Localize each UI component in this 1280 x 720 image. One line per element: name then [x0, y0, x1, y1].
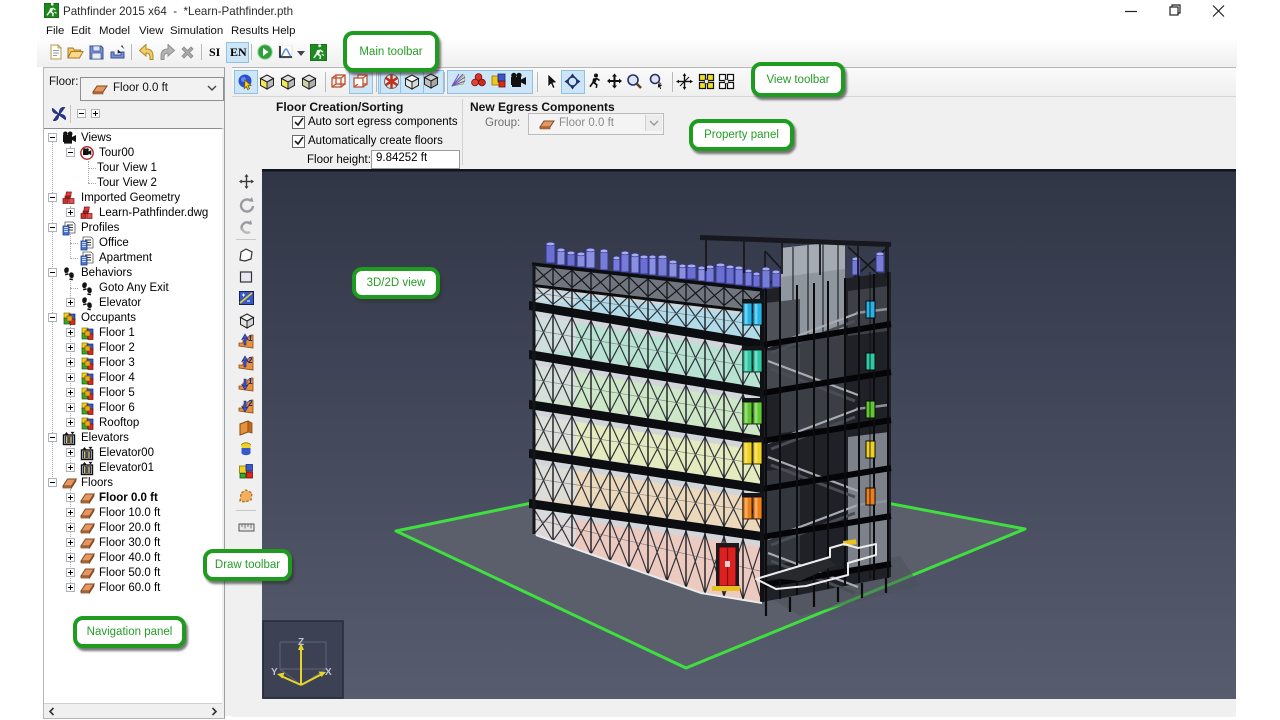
- svg-text:2: 2: [248, 399, 253, 408]
- svg-text:Z: Z: [298, 637, 304, 648]
- svg-text:Y: Y: [271, 667, 278, 678]
- svg-text:X: X: [325, 667, 332, 678]
- svg-text:2: 2: [248, 356, 253, 365]
- svg-text:1: 1: [248, 334, 253, 343]
- svg-text:1: 1: [248, 377, 253, 386]
